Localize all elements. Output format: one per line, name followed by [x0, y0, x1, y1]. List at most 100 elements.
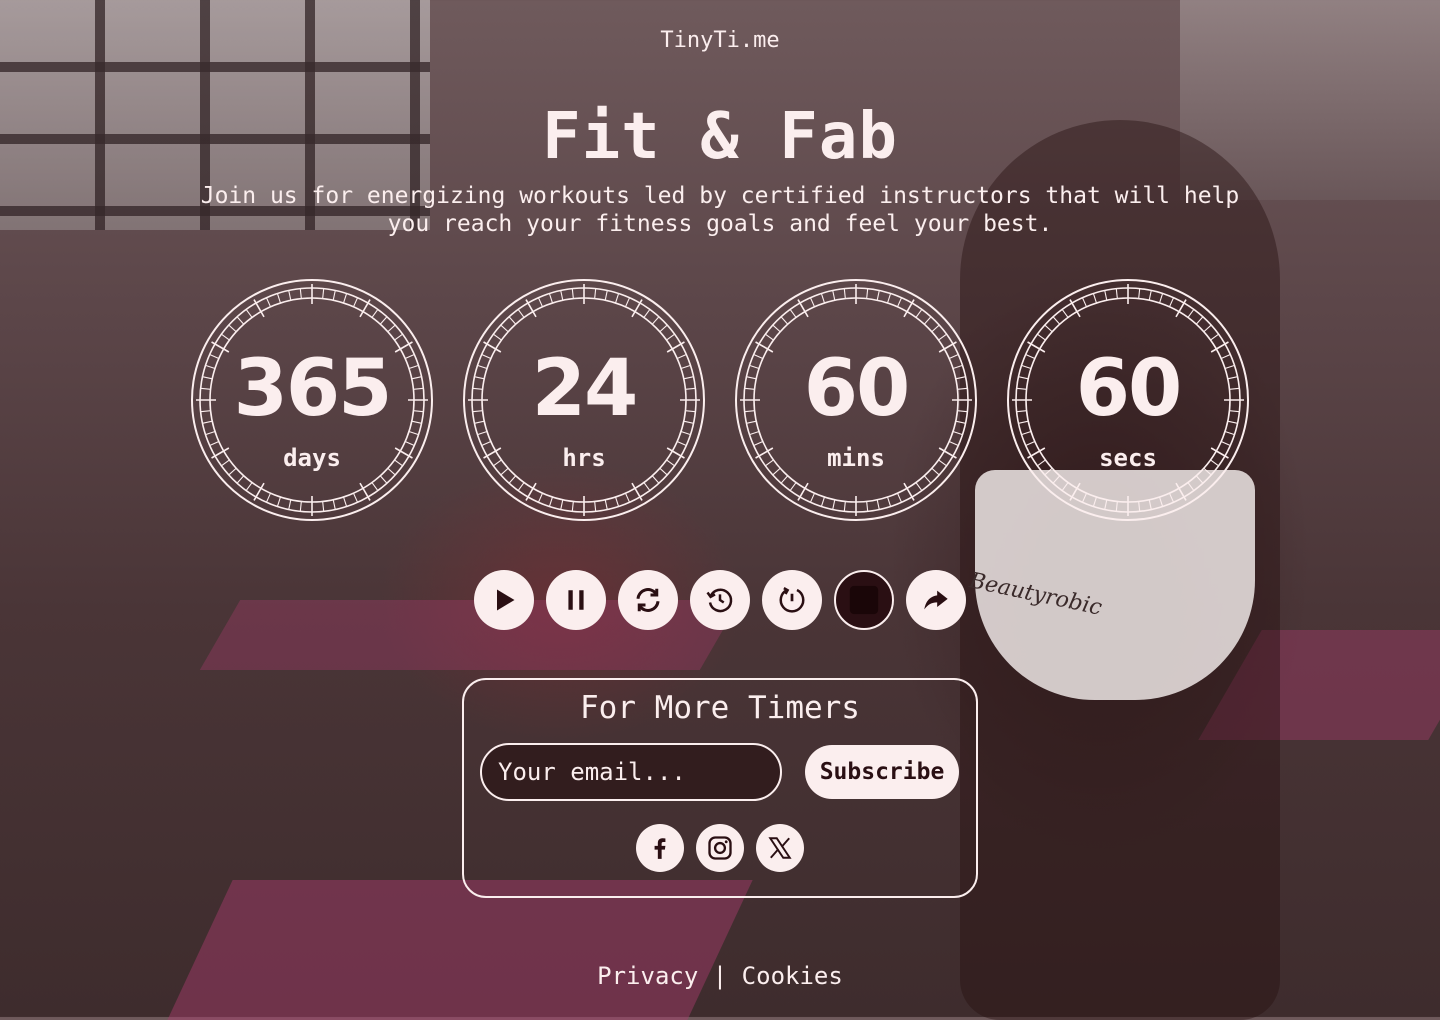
dial-tick — [876, 290, 880, 301]
dial-tick — [624, 492, 631, 503]
dial-tick — [477, 430, 488, 436]
dial-tick — [614, 496, 620, 507]
dial-tick — [896, 297, 903, 308]
dial-tick — [604, 499, 608, 510]
history-button[interactable] — [690, 570, 750, 630]
timer-days: 365 — [190, 278, 434, 522]
dial-tick — [1195, 316, 1204, 325]
timer-seconds: 60 — [1006, 278, 1250, 522]
timer-value: 60 — [1075, 344, 1183, 434]
dial-tick — [394, 333, 403, 341]
dial-tick — [666, 333, 675, 341]
share-button[interactable] — [906, 570, 966, 630]
dial-tick — [299, 288, 302, 299]
timer-unit-seconds: secs — [1099, 444, 1157, 472]
dial-tick — [866, 288, 869, 299]
dial-tick — [680, 430, 691, 436]
dial-tick — [938, 333, 947, 341]
dial-tick — [1115, 501, 1118, 512]
dial-tick — [1210, 333, 1219, 341]
dial-tick — [265, 492, 272, 503]
page-title: Fit & Fab — [542, 100, 898, 174]
dial-tick — [352, 297, 359, 308]
page-subtitle: Join us for energizing workouts led by c… — [200, 183, 1240, 237]
dial-tick — [765, 333, 774, 341]
brand-logo[interactable]: TinyTi.me — [0, 28, 1440, 53]
footer-separator: | — [712, 962, 728, 990]
dial-tick — [896, 492, 903, 503]
dial-tick — [614, 293, 620, 304]
dial-tick — [1203, 324, 1212, 333]
dial-tick — [288, 290, 292, 301]
dial-tick — [1061, 309, 1069, 318]
email-input[interactable] — [480, 743, 782, 801]
facebook-link[interactable] — [636, 824, 684, 872]
pause-button[interactable] — [546, 570, 606, 630]
dial-tick — [749, 430, 760, 436]
dial-tick — [876, 499, 880, 510]
dial-tick — [789, 309, 797, 318]
dial-tick — [288, 499, 292, 510]
dial-tick — [843, 501, 846, 512]
dial-tick — [1104, 290, 1108, 301]
cookies-link[interactable]: Cookies — [742, 962, 843, 990]
dial-tick — [594, 501, 597, 512]
subscribe-heading: For More Timers — [580, 690, 860, 726]
dial-tick — [1138, 288, 1141, 299]
dial-tick — [1187, 482, 1195, 491]
dial-tick — [245, 482, 253, 491]
timer-unit-hours: hrs — [562, 444, 606, 472]
share-icon — [924, 590, 948, 610]
instagram-link[interactable] — [696, 824, 744, 872]
dial-tick — [643, 482, 651, 491]
dial-tick — [1021, 430, 1032, 436]
dial-tick — [228, 324, 237, 333]
timer-value: 60 — [803, 344, 911, 434]
dial-tick — [379, 475, 388, 484]
dial-tick — [560, 499, 564, 510]
x-link[interactable] — [756, 824, 804, 872]
timer-value: 365 — [233, 344, 393, 434]
dial-tick — [560, 290, 564, 301]
dial-tick — [537, 297, 544, 308]
dial-tick — [923, 316, 932, 325]
dial-tick — [604, 290, 608, 301]
dial-tick — [571, 288, 574, 299]
dial-tick — [1061, 482, 1069, 491]
timer-unit-days: days — [283, 444, 341, 472]
dial-tick — [517, 482, 525, 491]
dial-tick — [886, 293, 892, 304]
stop-button[interactable] — [834, 570, 894, 630]
dial-tick — [299, 501, 302, 512]
dial-tick — [780, 316, 789, 325]
dial-tick — [276, 496, 282, 507]
dial-tick — [952, 430, 963, 436]
dial-tick — [342, 496, 348, 507]
dial-tick — [915, 309, 923, 318]
dial-tick — [1081, 492, 1088, 503]
dial-tick — [915, 482, 923, 491]
dial-tick — [332, 290, 336, 301]
dial-tick — [809, 492, 816, 503]
dial-tick — [371, 482, 379, 491]
pause-icon — [568, 590, 584, 610]
privacy-link[interactable]: Privacy — [597, 962, 698, 990]
dial-tick — [832, 290, 836, 301]
x-icon — [768, 837, 792, 859]
timer-value: 24 — [531, 344, 639, 434]
dial-tick — [379, 316, 388, 325]
dial-tick — [236, 316, 245, 325]
refresh-button[interactable] — [618, 570, 678, 630]
dial-tick — [387, 324, 396, 333]
dial-tick — [408, 430, 419, 436]
timer-unit-minutes: mins — [827, 444, 885, 472]
play-button[interactable] — [474, 570, 534, 630]
dial-tick — [245, 309, 253, 318]
clock-reset-button[interactable] — [762, 570, 822, 630]
dial-tick — [931, 324, 940, 333]
subscribe-button[interactable]: Subscribe — [805, 745, 959, 799]
dial-tick — [1195, 475, 1204, 484]
timer-controls — [474, 570, 1434, 630]
dial-tick — [1037, 333, 1046, 341]
dial-tick — [265, 297, 272, 308]
